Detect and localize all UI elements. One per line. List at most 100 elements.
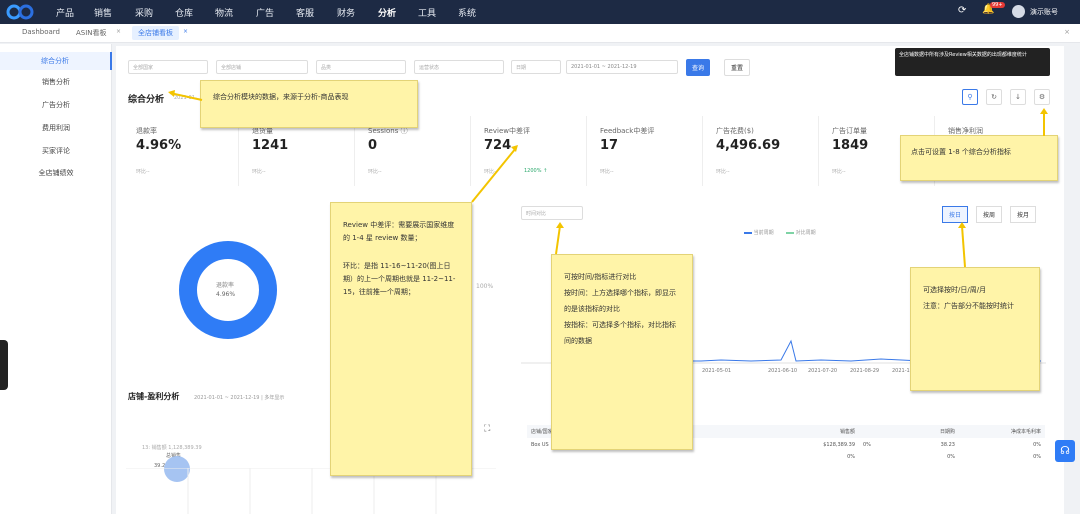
nav-item-sales[interactable]: 销售 — [94, 6, 112, 19]
metric-value: 1241 — [252, 138, 289, 153]
metric-tile[interactable]: Review中差评 724 环比-- 1200% ↑ — [474, 116, 587, 186]
table-cell — [527, 451, 609, 463]
tab-asin-board[interactable]: ASIN看板 — [76, 28, 107, 38]
sidebar-item-overview[interactable]: 综合分析 — [0, 52, 112, 70]
close-icon[interactable]: × — [183, 28, 188, 35]
country-select[interactable]: 全部国家 — [128, 60, 208, 74]
metric-compare: 环比-- — [716, 169, 730, 175]
table-cell: $128,389.39 — [823, 441, 855, 448]
metric-label: Feedback中差评 — [600, 127, 655, 135]
period-week[interactable]: 按周 — [976, 206, 1003, 223]
table-header: 净成本毛利率 — [1010, 429, 1041, 435]
nav-item-purchase[interactable]: 采购 — [135, 6, 153, 19]
nav-item-warehouse[interactable]: 仓库 — [175, 6, 193, 19]
close-icon[interactable]: × — [116, 28, 121, 35]
status-select[interactable]: 运营状态 — [414, 60, 504, 74]
metric-label: 退款率 — [136, 127, 157, 135]
section-title: 综合分析 — [128, 95, 165, 105]
nav-item-service[interactable]: 客服 — [296, 6, 314, 19]
query-button[interactable]: 查询 — [686, 59, 711, 76]
download-icon[interactable]: ↓ — [1010, 89, 1026, 105]
bubble-legend: 13: 销售额 1,128,389.39 — [142, 445, 202, 451]
refresh-icon[interactable]: ⟳ — [958, 5, 966, 16]
nav-item-ads[interactable]: 广告 — [256, 6, 274, 19]
fullscreen-icon[interactable]: ⛶ — [484, 424, 490, 434]
table-cell: 0% — [947, 454, 955, 460]
gear-icon[interactable]: ⚙ — [1034, 89, 1050, 105]
table-header: 销售额 — [839, 429, 855, 435]
top-nav-bar: 产品 销售 采购 仓库 物流 广告 客服 财务 分析 工具 系统 ⟳ 🔔 99+… — [0, 0, 1080, 24]
sidebar-item-sales[interactable]: 销售分析 — [0, 77, 112, 87]
legend-current-label: 当前周期 — [753, 230, 774, 236]
table-header: 日期购 — [939, 429, 955, 435]
nav-item-product[interactable]: 产品 — [56, 6, 74, 19]
side-drawer-handle[interactable] — [0, 340, 8, 390]
metric-change: 1200% ↑ — [524, 168, 548, 174]
metric-label: Review中差评 — [484, 127, 530, 135]
section-date-hint: 2021-01-... — [174, 95, 202, 101]
metric-value: 17 — [600, 138, 619, 153]
table-cell: 0% — [1033, 454, 1041, 460]
sidebar-item-shop-performance[interactable]: 全店铺绩效 — [0, 168, 112, 178]
category-select[interactable]: 品类 — [316, 60, 406, 74]
metric-tile[interactable]: Feedback中差评 17 环比-- — [590, 116, 703, 186]
annotation-note: 可按时间/指标进行对比 按时间：上方选择哪个指标，即显示的是该指标的对比 按指标… — [551, 254, 693, 450]
profit-analysis-title: 店铺-盈利分析 — [128, 392, 180, 401]
review-tooltip: 全店铺数据中所有涉及Review相关数据的出现都维度统计 — [895, 48, 1050, 76]
x-tick: 2021-05-01 — [702, 368, 732, 374]
refresh-icon[interactable]: ↻ — [986, 89, 1002, 105]
x-tick: 2021-08-29 — [850, 368, 880, 374]
date-end: 2021-12-19 — [607, 64, 637, 70]
table-row[interactable]: 0% 0% 0% — [527, 451, 1045, 463]
annotation-text: 环比：是指 11-16~11-20(图上日期）的上一个周期也就是 11-2~11… — [343, 261, 456, 297]
annotation-text: 按时间：上方选择哪个指标，即显示的是该指标的对比 — [564, 289, 676, 314]
sidebar-item-ads[interactable]: 广告分析 — [0, 100, 112, 110]
support-icon[interactable]: ☊ — [1055, 440, 1075, 462]
metric-compare: 环比-- — [832, 169, 846, 175]
annotation-note: 综合分析模块的数据，来源于分析-商品表现 — [200, 80, 418, 128]
table-cell — [609, 451, 759, 463]
nav-item-system[interactable]: 系统 — [458, 6, 476, 19]
nav-item-analysis[interactable]: 分析 — [378, 6, 396, 19]
legend-compare: 对比周期 — [786, 229, 816, 236]
table-header — [859, 425, 889, 438]
annotation-text: 点击可设置 1-8 个综合分析指标 — [911, 148, 1011, 156]
date-start: 2021-01-01 — [571, 64, 601, 70]
donut-percent-label: 100% — [476, 283, 494, 290]
metric-label: 广告花费($) — [716, 127, 754, 135]
nav-item-tools[interactable]: 工具 — [418, 6, 436, 19]
legend-current: 当前周期 — [744, 229, 774, 236]
table-cell: 0% — [847, 454, 855, 460]
annotation-note: 可选择按时/日/周/月 注意：广告部分不能按时统计 — [910, 267, 1040, 391]
compare-mode-select[interactable]: 时间对比 — [521, 206, 583, 220]
close-all-icon[interactable]: × — [1064, 28, 1070, 36]
donut-label: 退款率 — [216, 282, 235, 289]
table-cell: 38.23 — [940, 441, 955, 448]
avatar[interactable] — [1012, 5, 1025, 18]
metric-value: 4,496.69 — [716, 138, 781, 153]
date-type-select[interactable]: 日期 — [511, 60, 561, 74]
sidebar-item-cost-profit[interactable]: 费用利润 — [0, 123, 112, 133]
notification-badge: 99+ — [990, 2, 1005, 8]
annotation-note: 点击可设置 1-8 个综合分析指标 — [900, 135, 1058, 181]
nav-item-logistics[interactable]: 物流 — [215, 6, 233, 19]
period-month[interactable]: 按月 — [1010, 206, 1037, 223]
top-nav-right: ⟳ 🔔 99+ 演示账号 — [950, 0, 1080, 24]
period-day[interactable]: 按日 — [942, 206, 969, 223]
sidebar-item-reviews[interactable]: 买家评论 — [0, 146, 112, 156]
nav-item-finance[interactable]: 财务 — [337, 6, 355, 19]
metric-compare: 环比-- — [368, 169, 382, 175]
reset-button[interactable]: 重置 — [724, 59, 751, 76]
shop-select[interactable]: 全部店铺 — [216, 60, 308, 74]
metric-value: 0 — [368, 138, 378, 153]
tab-all-shop-board[interactable]: 全店铺看板 — [132, 26, 179, 40]
annotation-text: 综合分析模块的数据，来源于分析-商品表现 — [213, 93, 349, 101]
metric-value: 724 — [484, 138, 512, 153]
date-range-picker[interactable]: 2021-01-01 ~ 2021-12-19 — [566, 60, 678, 74]
metric-tile[interactable]: 广告花费($) 4,496.69 环比-- — [706, 116, 819, 186]
location-icon[interactable]: ⚲ — [962, 89, 978, 105]
metric-value: 4.96% — [136, 138, 182, 153]
table-cell: 0% — [863, 441, 871, 448]
tab-dashboard[interactable]: Dashboard — [22, 28, 60, 36]
user-name[interactable]: 演示账号 — [1030, 7, 1058, 17]
